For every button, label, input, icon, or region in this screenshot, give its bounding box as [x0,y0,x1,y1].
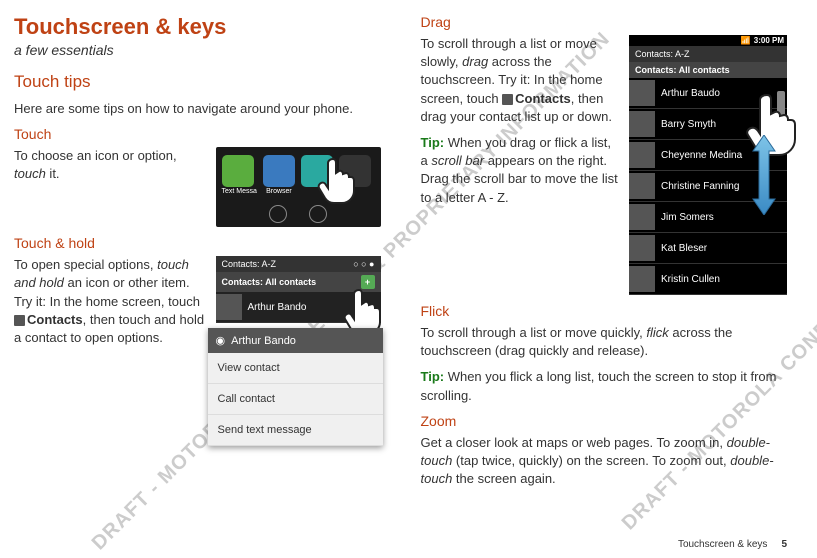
tips-intro: Here are some tips on how to navigate ar… [14,100,381,118]
contact-row[interactable]: Kristin Cullen [629,264,787,295]
flick-paragraph: To scroll through a list or move quickly… [421,324,788,360]
avatar [629,266,655,292]
dialer-icon [269,205,287,223]
flick-tip: Tip: When you flick a long list, touch t… [421,368,788,404]
contacts-header-az: Contacts: A-Z [629,46,787,62]
touch-hold-screenshot: Contacts: A-Z○ ○ ● Contacts: All contact… [216,256,381,323]
app-icon-browser [263,155,295,187]
menu-item-view-contact[interactable]: View contact [208,353,383,384]
page-title: Touchscreen & keys [14,14,381,40]
touch-screenshot: Text Messa Browser [216,147,381,227]
status-bar: 📶 3:00 PM [629,35,787,46]
page-subtitle: a few essentials [14,42,381,58]
heading-drag: Drag [421,14,788,30]
left-column: Touchscreen & keys a few essentials Touc… [14,14,381,496]
person-icon: ◉ [216,334,226,347]
menu-item-call-contact[interactable]: Call contact [208,384,383,415]
touch-paragraph: To choose an icon or option, touch it. [14,147,206,183]
hand-drag-icon [737,87,817,177]
menu-item-send-text[interactable]: Send text message [208,415,383,446]
contact-row[interactable]: Kat Bleser [629,233,787,264]
page-number: 5 [781,539,787,550]
heading-flick: Flick [421,303,788,319]
contacts-header-az: Contacts: A-Z○ ○ ● [216,256,381,272]
contact-name: Kristin Cullen [661,274,787,285]
app-label: Browser [263,188,295,195]
avatar [629,204,655,230]
zoom-paragraph: Get a closer look at maps or web pages. … [421,434,788,489]
context-menu: ◉ Arthur Bando View contact Call contact… [208,328,383,446]
avatar [629,111,655,137]
avatar [629,235,655,261]
app-icon-text-messaging [222,155,254,187]
drag-paragraph: To scroll through a list or move slowly,… [421,35,620,126]
right-column: Drag To scroll through a list or move sl… [421,14,788,496]
avatar [629,142,655,168]
hand-pointer-icon [315,153,363,205]
avatar [216,294,242,320]
drag-tip: Tip: When you drag or flick a list, a sc… [421,134,620,207]
app-drawer-icon [309,205,327,223]
heading-touch: Touch [14,126,381,142]
signal-icon: 📶 [741,36,751,45]
drag-arrow-icon [751,135,777,215]
touch-hold-paragraph: To open special options, touch and hold … [14,256,206,347]
contacts-icon [502,94,513,105]
avatar [629,80,655,106]
section-touch-tips: Touch tips [14,72,381,92]
heading-touch-hold: Touch & hold [14,235,381,251]
app-label: Text Messa [222,188,257,195]
heading-zoom: Zoom [421,413,788,429]
drag-screenshot: 📶 3:00 PM Contacts: A-Z Contacts: All co… [629,35,787,295]
contacts-icon [14,315,25,326]
avatar [629,173,655,199]
contacts-header-all: Contacts: All contacts [629,62,787,78]
context-menu-title: ◉ Arthur Bando [208,328,383,353]
contact-name: Kat Bleser [661,243,787,254]
page-footer: Touchscreen & keys5 [678,539,787,550]
